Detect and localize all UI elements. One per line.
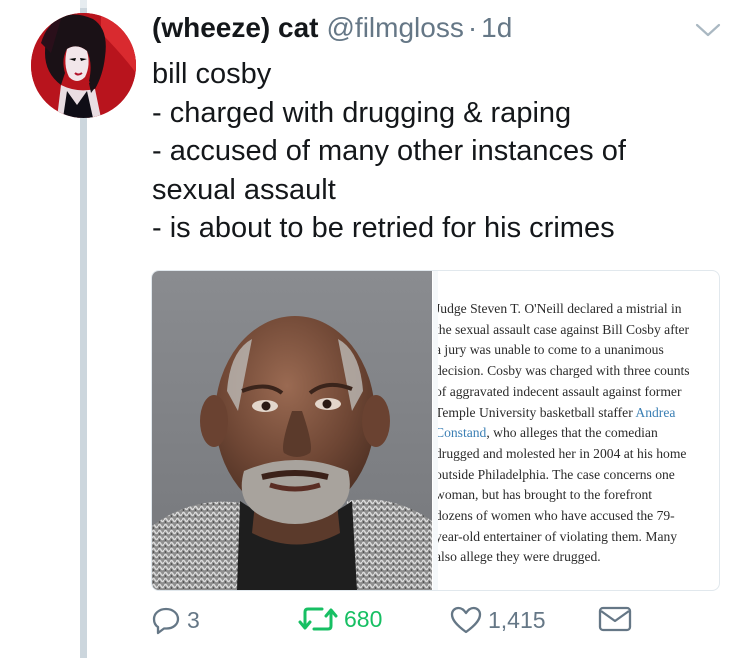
like-button[interactable]: 1,415 — [450, 605, 546, 635]
avatar[interactable] — [31, 13, 136, 118]
thread-connector-cap — [80, 0, 87, 8]
reply-count: 3 — [187, 606, 200, 633]
article-line: Constand, who alleges that the comedian — [438, 423, 719, 444]
article-line: woman, but has brought to the forefront — [438, 487, 653, 503]
article-line: year-old entertainer of violating them. … — [438, 528, 678, 544]
avatar-image — [31, 13, 136, 118]
article-line: also allege they were drugged. — [438, 549, 601, 565]
article-line: of aggravated indecent assault against f… — [438, 383, 682, 399]
display-name[interactable]: (wheeze) cat — [152, 12, 319, 44]
article-line: decision. Cosby was charged with three c… — [438, 363, 690, 379]
tweet-text: bill cosby - charged with drugging & rap… — [152, 55, 732, 248]
mugshot-photo — [152, 271, 432, 590]
header-separator: · — [467, 12, 478, 43]
tweet-line: - is about to be retried for his crimes — [152, 212, 615, 244]
article-text: , who alleges that the comedian — [486, 425, 658, 441]
article-line: Judge Steven T. O'Neill declared a mistr… — [438, 301, 682, 316]
article-link: Constand — [438, 425, 487, 441]
tweet-line: sexual assault — [152, 173, 336, 206]
direct-message-button[interactable] — [598, 605, 632, 633]
reply-icon — [152, 607, 180, 635]
article-line: the sexual assault case against Bill Cos… — [438, 321, 690, 337]
article-line: outside Philadelphia. The case concerns … — [438, 466, 675, 482]
chevron-down-icon[interactable] — [694, 20, 722, 40]
heart-icon — [450, 606, 482, 634]
attached-image[interactable]: Judge Steven T. O'Neill declared a mistr… — [151, 270, 720, 591]
article-excerpt: Judge Steven T. O'Neill declared a mistr… — [438, 299, 719, 579]
retweet-button[interactable]: 680 — [298, 605, 382, 633]
article-line: Temple University basketball staffer And… — [438, 403, 719, 424]
article-link: Andrea — [635, 404, 676, 420]
article-line: dozens of women who have accused the 79- — [438, 508, 675, 524]
article-line: drugged and molested her in 2004 at his … — [438, 445, 687, 461]
tweet-actions: 3 680 1,415 — [0, 605, 750, 650]
retweet-count: 680 — [344, 605, 383, 632]
tweet-header: (wheeze) cat @filmgloss · 1d — [152, 12, 512, 52]
tweet-line: - accused of many other instances of — [152, 135, 626, 167]
envelope-icon — [598, 606, 632, 632]
tweet-line: bill cosby — [152, 58, 272, 90]
like-count: 1,415 — [488, 606, 546, 633]
timestamp[interactable]: 1d — [481, 12, 512, 44]
article-text: Temple University basketball staffer — [438, 404, 636, 420]
tweet-line: - charged with drugging & raping — [152, 96, 572, 129]
user-handle[interactable]: @filmgloss — [327, 12, 464, 44]
reply-button[interactable]: 3 — [151, 605, 200, 635]
article-line: a jury was unable to come to a unanimous — [438, 342, 664, 358]
retweet-icon — [298, 607, 338, 631]
